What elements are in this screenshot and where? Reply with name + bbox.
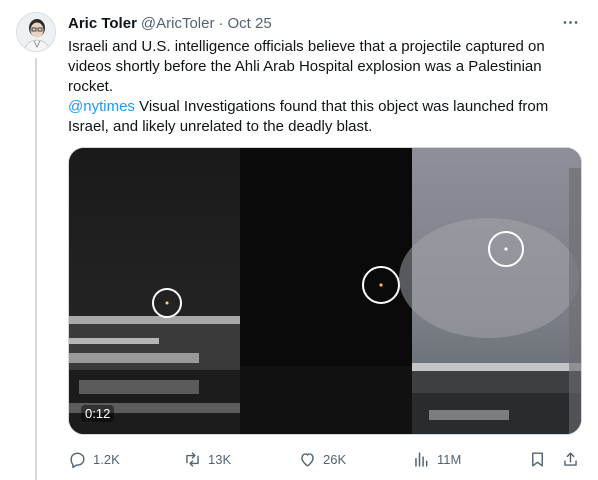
reply-button[interactable]: 1.2K	[68, 448, 120, 470]
bookmark-button[interactable]	[528, 448, 547, 470]
more-button[interactable]	[558, 10, 582, 34]
share-icon	[564, 451, 577, 466]
reply-count: 1.2K	[93, 451, 120, 467]
timestamp[interactable]: Oct 25	[227, 15, 271, 32]
header-separator: ·	[218, 14, 224, 32]
tweet-header: Aric Toler @AricToler · Oct 25	[68, 13, 582, 33]
avatar-image	[17, 13, 55, 51]
repost-count: 13K	[208, 451, 232, 467]
mention-link[interactable]: @nytimes	[68, 98, 135, 115]
like-button[interactable]: 26K	[298, 448, 346, 470]
bookmark-icon	[532, 451, 543, 467]
action-bar: 1.2K 13K 26K 11M	[68, 448, 582, 470]
thread-line	[35, 58, 37, 480]
tweet-text: Israeli and U.S. intelligence officials …	[68, 37, 578, 137]
video-duration: 0:12	[81, 405, 115, 422]
author-name[interactable]: Aric Toler	[68, 15, 137, 32]
share-button[interactable]	[561, 448, 580, 470]
more-icon	[563, 20, 577, 24]
like-count: 26K	[323, 451, 347, 467]
tweet-paragraph-2: @nytimes Visual Investigations found tha…	[68, 97, 578, 137]
video-frame	[69, 148, 581, 434]
tweet-paragraph-2-text: Visual Investigations found that this ob…	[68, 98, 549, 135]
views-icon	[415, 451, 428, 467]
repost-icon	[186, 451, 199, 467]
reply-icon	[70, 452, 85, 468]
video-media[interactable]: 0:12	[68, 147, 582, 435]
views-count: 11M	[437, 451, 462, 467]
tweet-paragraph-1: Israeli and U.S. intelligence officials …	[68, 38, 545, 95]
author-handle[interactable]: @AricToler	[141, 15, 215, 32]
views-button[interactable]: 11M	[412, 448, 461, 470]
avatar[interactable]	[16, 12, 56, 52]
like-icon	[301, 452, 314, 467]
repost-button[interactable]: 13K	[183, 448, 231, 470]
